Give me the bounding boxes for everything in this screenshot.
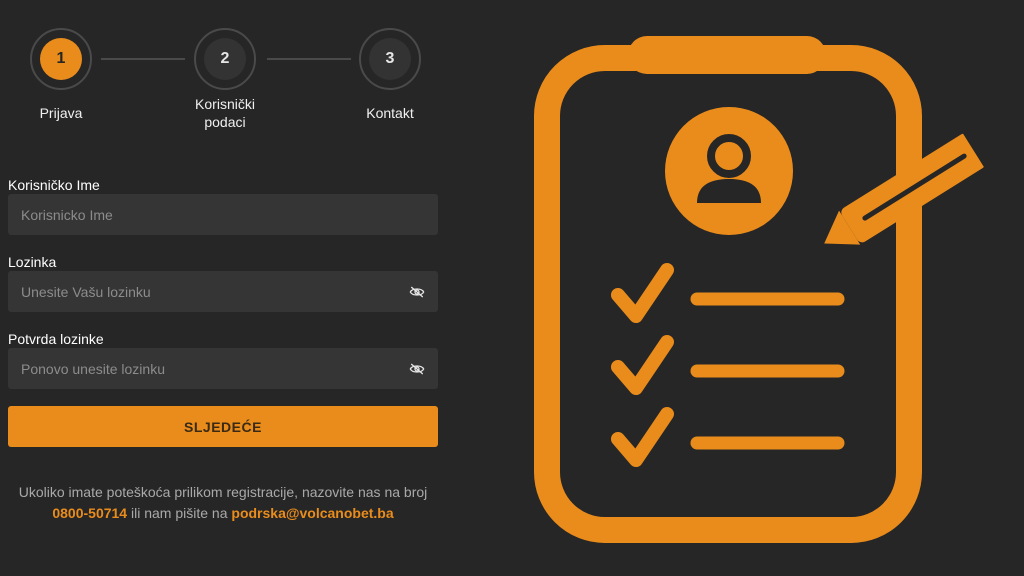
step-2-label: Korisnički podaci bbox=[175, 95, 275, 131]
step-1-label: Prijava bbox=[39, 105, 83, 121]
login-form: Korisničko Ime Lozinka Potvrda lozinke bbox=[8, 176, 438, 389]
eye-off-icon[interactable] bbox=[408, 361, 426, 377]
step-2-label-line2: podaci bbox=[204, 114, 246, 130]
confirm-password-label: Potvrda lozinke bbox=[8, 331, 104, 347]
confirm-password-input[interactable] bbox=[8, 348, 438, 389]
step-3-indicator[interactable]: 3 bbox=[359, 28, 421, 90]
step-connector-1 bbox=[101, 58, 185, 60]
step-1-number: 1 bbox=[40, 38, 82, 80]
step-2-indicator[interactable]: 2 bbox=[194, 28, 256, 90]
step-2-number: 2 bbox=[204, 38, 246, 80]
step-1-indicator[interactable]: 1 bbox=[30, 28, 92, 90]
support-email-link[interactable]: podrska@volcanobet.ba bbox=[231, 505, 393, 521]
help-text: Ukoliko imate poteškoća prilikom registr… bbox=[8, 482, 438, 524]
help-text-part1: Ukoliko imate poteškoća prilikom registr… bbox=[18, 484, 428, 500]
step-3-label: Kontakt bbox=[366, 105, 414, 121]
password-input[interactable] bbox=[8, 271, 438, 312]
username-label: Korisničko Ime bbox=[8, 177, 100, 193]
support-phone-link[interactable]: 0800-50714 bbox=[52, 505, 127, 521]
password-label: Lozinka bbox=[8, 254, 57, 270]
username-field-wrap bbox=[8, 194, 438, 235]
registration-stepper: 1 2 3 Prijava Korisnički podaci Kontakt bbox=[0, 0, 450, 140]
clipboard-profile-checklist-icon bbox=[534, 36, 991, 543]
step-connector-2 bbox=[267, 58, 351, 60]
confirm-password-field-wrap bbox=[8, 348, 438, 389]
eye-off-icon[interactable] bbox=[408, 284, 426, 300]
password-field-wrap bbox=[8, 271, 438, 312]
help-text-part2: ili nam pišite na bbox=[131, 505, 228, 521]
step-3-number: 3 bbox=[369, 38, 411, 80]
step-2-label-line1: Korisnički bbox=[195, 96, 255, 112]
next-button[interactable]: SLJEDEĆE bbox=[8, 406, 438, 447]
username-input[interactable] bbox=[8, 194, 438, 235]
